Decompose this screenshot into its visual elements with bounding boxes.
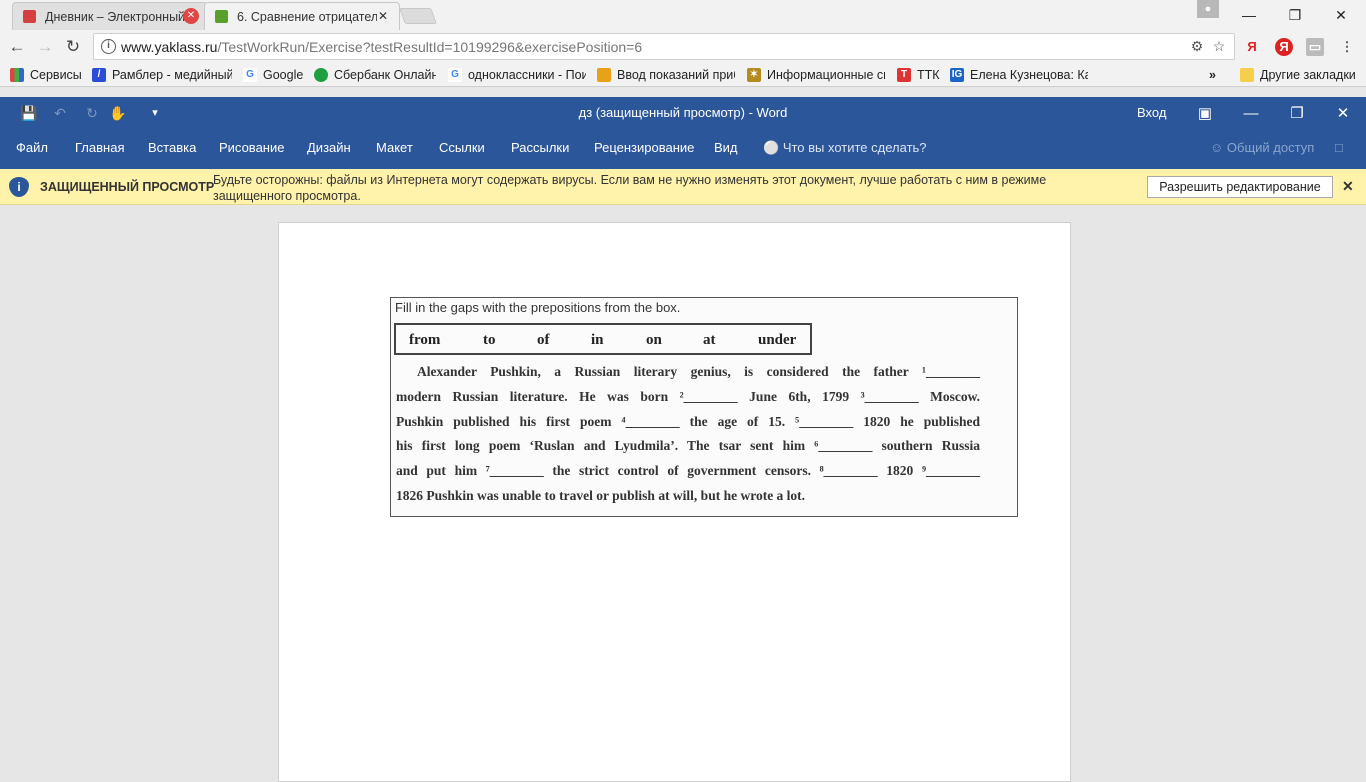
chrome-menu-icon[interactable]: ⋮ [1338, 38, 1356, 56]
paragraph-line: and put him ⁷________ the strict control… [396, 463, 980, 479]
word-box-item: under [758, 332, 797, 348]
navigation-bar: ← → ↻ i www.yaklass.ru/TestWorkRun/Exerc… [0, 30, 1366, 63]
document-page: Fill in the gaps with the prepositions f… [278, 222, 1071, 782]
back-icon[interactable]: ← [5, 35, 29, 59]
other-bookmarks[interactable]: Другие закладки [1240, 67, 1360, 83]
bookmark-services[interactable]: Сервисы [10, 67, 85, 83]
yandex-extension-icon[interactable]: Я [1243, 38, 1261, 56]
tab-close-icon[interactable]: ✕ [183, 8, 199, 24]
paragraph-line: modern Russian literature. He was born ²… [396, 388, 980, 404]
paragraph-line: his first long poem ‘Ruslan and Lyudmila… [396, 438, 980, 454]
profile-icon[interactable]: ● [1197, 0, 1219, 18]
yandex-badge-icon[interactable]: Я [1275, 38, 1293, 56]
bookmark-star-icon[interactable]: ☆ [1210, 38, 1228, 56]
apps-icon [10, 68, 24, 82]
tab-mailings[interactable]: Рассылки [511, 140, 569, 155]
ribbon-display-icon[interactable]: ▣ [1182, 97, 1228, 129]
browser-tab-diary[interactable]: Дневник – Электронный ✕ [12, 2, 208, 30]
tell-me-search[interactable]: ⚪ Что вы хотите сделать? [763, 140, 927, 156]
bookmark-meter-readings[interactable]: Ввод показаний прибо [597, 67, 735, 83]
word-restore-icon[interactable]: ❐ [1274, 97, 1320, 129]
paragraph-line: Alexander Pushkin, a Russian literary ge… [417, 364, 980, 379]
word-box-item: on [646, 332, 662, 348]
yaklass-favicon-icon [215, 10, 228, 23]
word-minimize-icon[interactable]: — [1228, 97, 1274, 129]
google-icon: G [243, 68, 257, 82]
sign-in-link[interactable]: Вход [1137, 105, 1166, 120]
bookmarks-bar: Сервисы / Рамблер - медийный G Google Сб… [0, 63, 1366, 87]
bookmark-info-systems[interactable]: ✶ Информационные си [747, 67, 885, 83]
bookmark-sberbank[interactable]: Сбербанк Онлайн [314, 67, 436, 83]
word-box-item: of [537, 332, 550, 348]
reload-icon[interactable]: ↻ [61, 35, 85, 59]
minimize-icon[interactable]: — [1226, 0, 1272, 30]
address-bar[interactable]: i www.yaklass.ru/TestWorkRun/Exercise?te… [93, 33, 1235, 60]
tab-design[interactable]: Дизайн [307, 140, 351, 155]
enable-editing-button[interactable]: Разрешить редактирование [1147, 176, 1333, 198]
url-text[interactable]: www.yaklass.ru/TestWorkRun/Exercise?test… [121, 39, 642, 55]
bookmark-odnoklassniki[interactable]: G одноклассники - Пои [448, 67, 586, 83]
word-box-item: from [409, 332, 441, 348]
word-box-item: to [483, 332, 496, 348]
browser-tab-strip: Дневник – Электронный ✕ 6. Сравнение отр… [0, 0, 1366, 30]
shield-icon: i [9, 177, 29, 197]
bookmark-google[interactable]: G Google [243, 67, 305, 83]
exercise-paragraph: Alexander Pushkin, a Russian literary ge… [396, 360, 980, 509]
tab-file[interactable]: Файл [16, 140, 48, 155]
bookmarks-more-icon[interactable]: » [1209, 67, 1221, 83]
exercise-instruction: Fill in the gaps with the prepositions f… [395, 300, 681, 315]
tab-view[interactable]: Вид [714, 140, 738, 155]
share-button[interactable]: ☺ Общий доступ [1210, 140, 1314, 155]
person-icon: ☺ [1210, 140, 1224, 155]
extension-icon[interactable]: ▭ [1306, 38, 1324, 56]
emblem-icon: ✶ [747, 68, 761, 82]
browser-tab-exercise[interactable]: 6. Сравнение отрицател ✕ [204, 2, 400, 30]
rambler-icon: / [92, 68, 106, 82]
lightbulb-icon: ⚪ [763, 140, 780, 155]
folder-icon [1240, 68, 1254, 82]
close-message-icon[interactable]: ✕ [1342, 178, 1354, 195]
tab-insert[interactable]: Вставка [148, 140, 196, 155]
restore-icon[interactable]: ❐ [1272, 0, 1318, 30]
paragraph-line: Pushkin published his first poem ⁴______… [396, 413, 980, 429]
site-info-icon[interactable]: i [101, 39, 116, 54]
tab-close-icon[interactable]: ✕ [375, 8, 391, 24]
tab-title: 6. Сравнение отрицател [237, 9, 377, 24]
ttk-icon: T [897, 68, 911, 82]
sberbank-icon [314, 68, 328, 82]
new-tab-button[interactable] [399, 8, 437, 24]
paragraph-line: 1826 Pushkin was unable to travel or pub… [396, 487, 806, 503]
bookmark-elena[interactable]: IG Елена Кузнецова: Ка [950, 67, 1088, 83]
tab-home[interactable]: Главная [75, 140, 124, 155]
google-icon: G [448, 68, 462, 82]
word-title-bar: 💾 ↶ ↻ ✋ ▾ дз (защищенный просмотр) - Wor… [0, 97, 1366, 129]
meter-icon [597, 68, 611, 82]
word-close-icon[interactable]: ✕ [1320, 97, 1366, 129]
bookmark-rambler[interactable]: / Рамблер - медийный [92, 67, 232, 83]
diary-favicon-icon [23, 10, 36, 23]
close-window-icon[interactable]: ✕ [1318, 0, 1364, 30]
protected-view-bar: i ЗАЩИЩЕННЫЙ ПРОСМОТР Будьте осторожны: … [0, 169, 1366, 205]
word-box-item: at [703, 332, 716, 348]
forward-icon[interactable]: → [33, 35, 57, 59]
bookmark-ttk[interactable]: T ТТК [897, 67, 942, 83]
tab-references[interactable]: Ссылки [439, 140, 485, 155]
page-strip [0, 88, 1366, 97]
tab-review[interactable]: Рецензирование [594, 140, 694, 155]
tab-layout[interactable]: Макет [376, 140, 413, 155]
word-box-item: in [591, 332, 604, 348]
comments-icon[interactable]: □ [1335, 140, 1343, 155]
protected-view-message: Будьте осторожны: файлы из Интернета мог… [213, 173, 1047, 203]
word-ribbon-tabs: Файл Главная Вставка Рисование Дизайн Ма… [0, 129, 1366, 169]
blocked-cookies-icon[interactable]: ⚙ [1188, 38, 1206, 56]
protected-view-label: ЗАЩИЩЕННЫЙ ПРОСМОТР [40, 180, 215, 194]
exercise-image: Fill in the gaps with the prepositions f… [390, 297, 1018, 517]
word-box: from to of in on at under [394, 323, 812, 355]
tab-draw[interactable]: Рисование [219, 140, 284, 155]
ig-icon: IG [950, 68, 964, 82]
tab-title: Дневник – Электронный [45, 9, 185, 24]
